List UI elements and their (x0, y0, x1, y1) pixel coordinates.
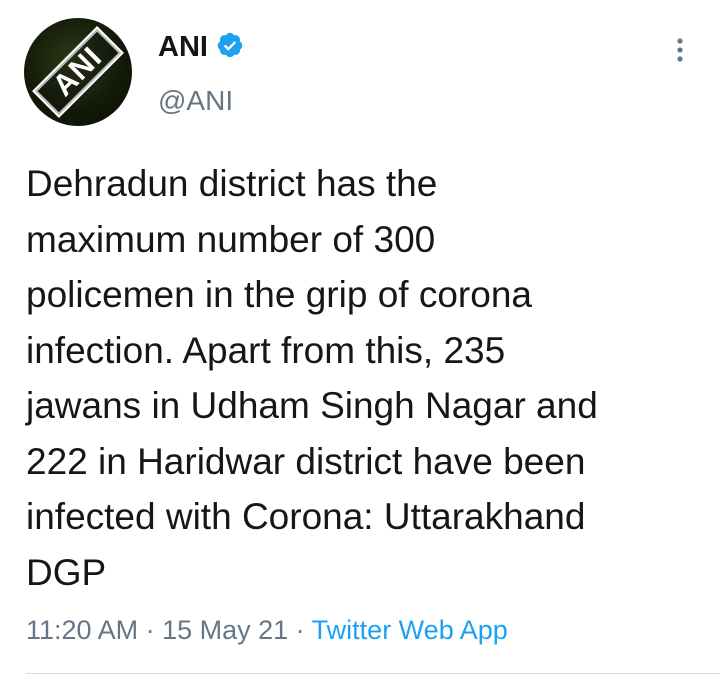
tweet-date[interactable]: 15 May 21 (162, 615, 288, 645)
meta-separator: · (138, 615, 163, 645)
divider (26, 673, 720, 674)
display-name[interactable]: ANI (158, 30, 208, 64)
tweet-text: Dehradun district has the maximum number… (26, 163, 598, 593)
avatar[interactable]: ANI (24, 18, 132, 126)
tweet-meta: 11:20 AM · 15 May 21 · Twitter Web App (26, 612, 508, 648)
more-options-icon[interactable] (666, 34, 694, 66)
user-handle[interactable]: @ANI (158, 84, 233, 118)
meta-separator: · (288, 615, 312, 645)
tweet-source-link[interactable]: Twitter Web App (312, 615, 508, 645)
tweet-card: ANI ANI @ANI Dehradun district has the m… (0, 0, 720, 682)
tweet-time[interactable]: 11:20 AM (26, 615, 138, 645)
verified-badge-icon (217, 32, 243, 58)
avatar-logo-text: ANI (46, 40, 109, 103)
